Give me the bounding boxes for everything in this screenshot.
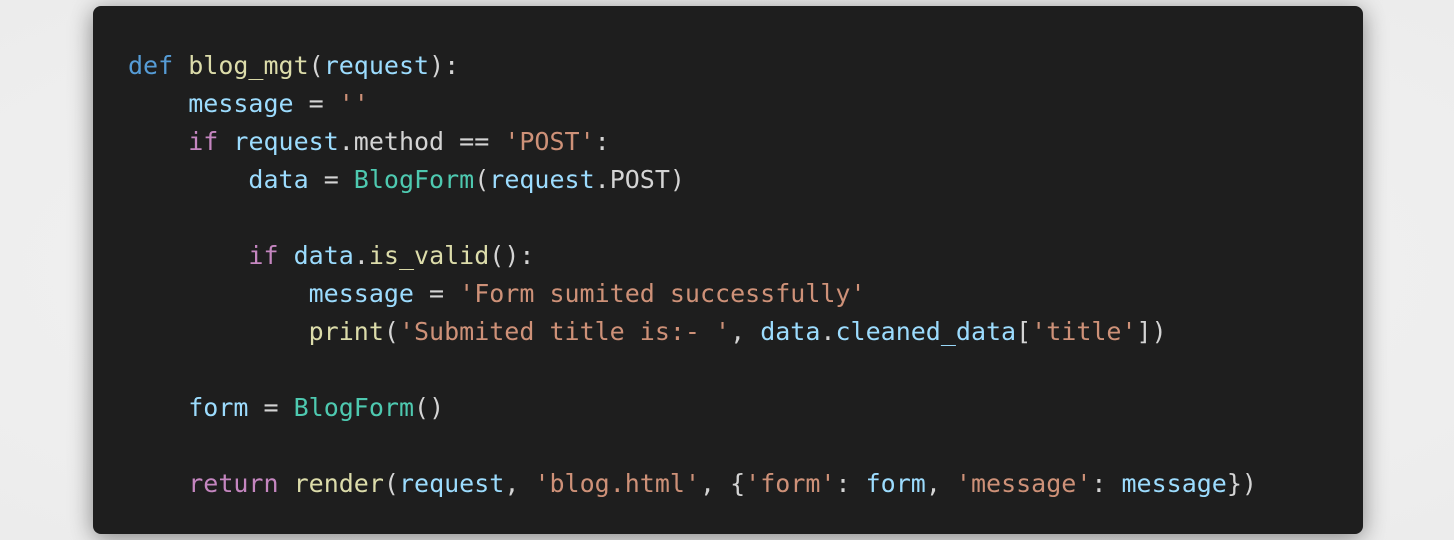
code-token: print [308, 317, 384, 346]
code-token: return [188, 469, 279, 498]
code-token: , [730, 317, 761, 346]
code-token: '' [338, 89, 369, 118]
code-token: ( [308, 51, 324, 80]
code-token: . [353, 241, 369, 270]
code-token: [ [1016, 317, 1032, 346]
code-token: ): [429, 51, 460, 80]
code-token: ]) [1136, 317, 1167, 346]
code-token: 'Submited title is:- ' [398, 317, 731, 346]
code-token: data [248, 165, 309, 194]
code-content[interactable]: def blog_mgt(request): message = '' if r… [128, 47, 1257, 503]
code-token: ( [383, 469, 399, 498]
code-token: 'message' [955, 469, 1092, 498]
code-token: request [489, 165, 595, 194]
code-token: = [293, 89, 339, 118]
code-token: request [233, 127, 339, 156]
code-token: data [760, 317, 821, 346]
code-token: data [293, 241, 354, 270]
code-token: }) [1226, 469, 1257, 498]
page-background: def blog_mgt(request): message = '' if r… [0, 0, 1454, 540]
code-token: 'form' [745, 469, 836, 498]
code-token: message [308, 279, 414, 308]
code-line: message = 'Form sumited successfully' [128, 275, 1257, 313]
code-line: if data.is_valid(): [128, 237, 1257, 275]
code-token: message [1121, 469, 1227, 498]
code-token: : [1091, 469, 1122, 498]
code-token: : [835, 469, 866, 498]
code-token: = [248, 393, 294, 422]
code-line: form = BlogForm() [128, 389, 1257, 427]
code-line: def blog_mgt(request): [128, 47, 1257, 85]
code-token: BlogForm [353, 165, 475, 194]
code-token: , [925, 469, 956, 498]
code-token: ( [383, 317, 399, 346]
code-token: form [865, 469, 926, 498]
code-token: , { [700, 469, 746, 498]
code-token: . [820, 317, 836, 346]
code-token: = [308, 165, 354, 194]
code-token: blog_mgt [188, 51, 309, 80]
code-token: 'title' [1031, 317, 1137, 346]
code-token: is_valid [368, 241, 490, 270]
code-token: 'POST' [504, 127, 595, 156]
code-token: request [398, 469, 505, 498]
code-token: cleaned_data [835, 317, 1017, 346]
code-token: 'Form sumited successfully' [459, 279, 866, 308]
code-line: data = BlogForm(request.POST) [128, 161, 1257, 199]
code-token: BlogForm [293, 393, 415, 422]
code-line: return render(request, 'blog.html', {'fo… [128, 465, 1257, 503]
code-token: def [128, 51, 174, 80]
code-token: render [293, 469, 384, 498]
code-token: () [414, 393, 445, 422]
code-token: , [504, 469, 535, 498]
code-token: if [248, 241, 279, 270]
code-token: .POST) [594, 165, 685, 194]
code-token: 'blog.html' [534, 469, 701, 498]
code-token: : [594, 127, 610, 156]
code-line: print('Submited title is:- ', data.clean… [128, 313, 1257, 351]
code-line: if request.method == 'POST': [128, 123, 1257, 161]
code-block: def blog_mgt(request): message = '' if r… [93, 6, 1363, 534]
code-token: .method == [338, 127, 505, 156]
code-line: message = '' [128, 85, 1257, 123]
code-token: form [188, 393, 249, 422]
code-token: ( [474, 165, 490, 194]
code-token: if [188, 127, 219, 156]
code-token: message [188, 89, 294, 118]
code-token: (): [489, 241, 535, 270]
code-token: = [413, 279, 460, 308]
code-token: request [323, 51, 430, 80]
